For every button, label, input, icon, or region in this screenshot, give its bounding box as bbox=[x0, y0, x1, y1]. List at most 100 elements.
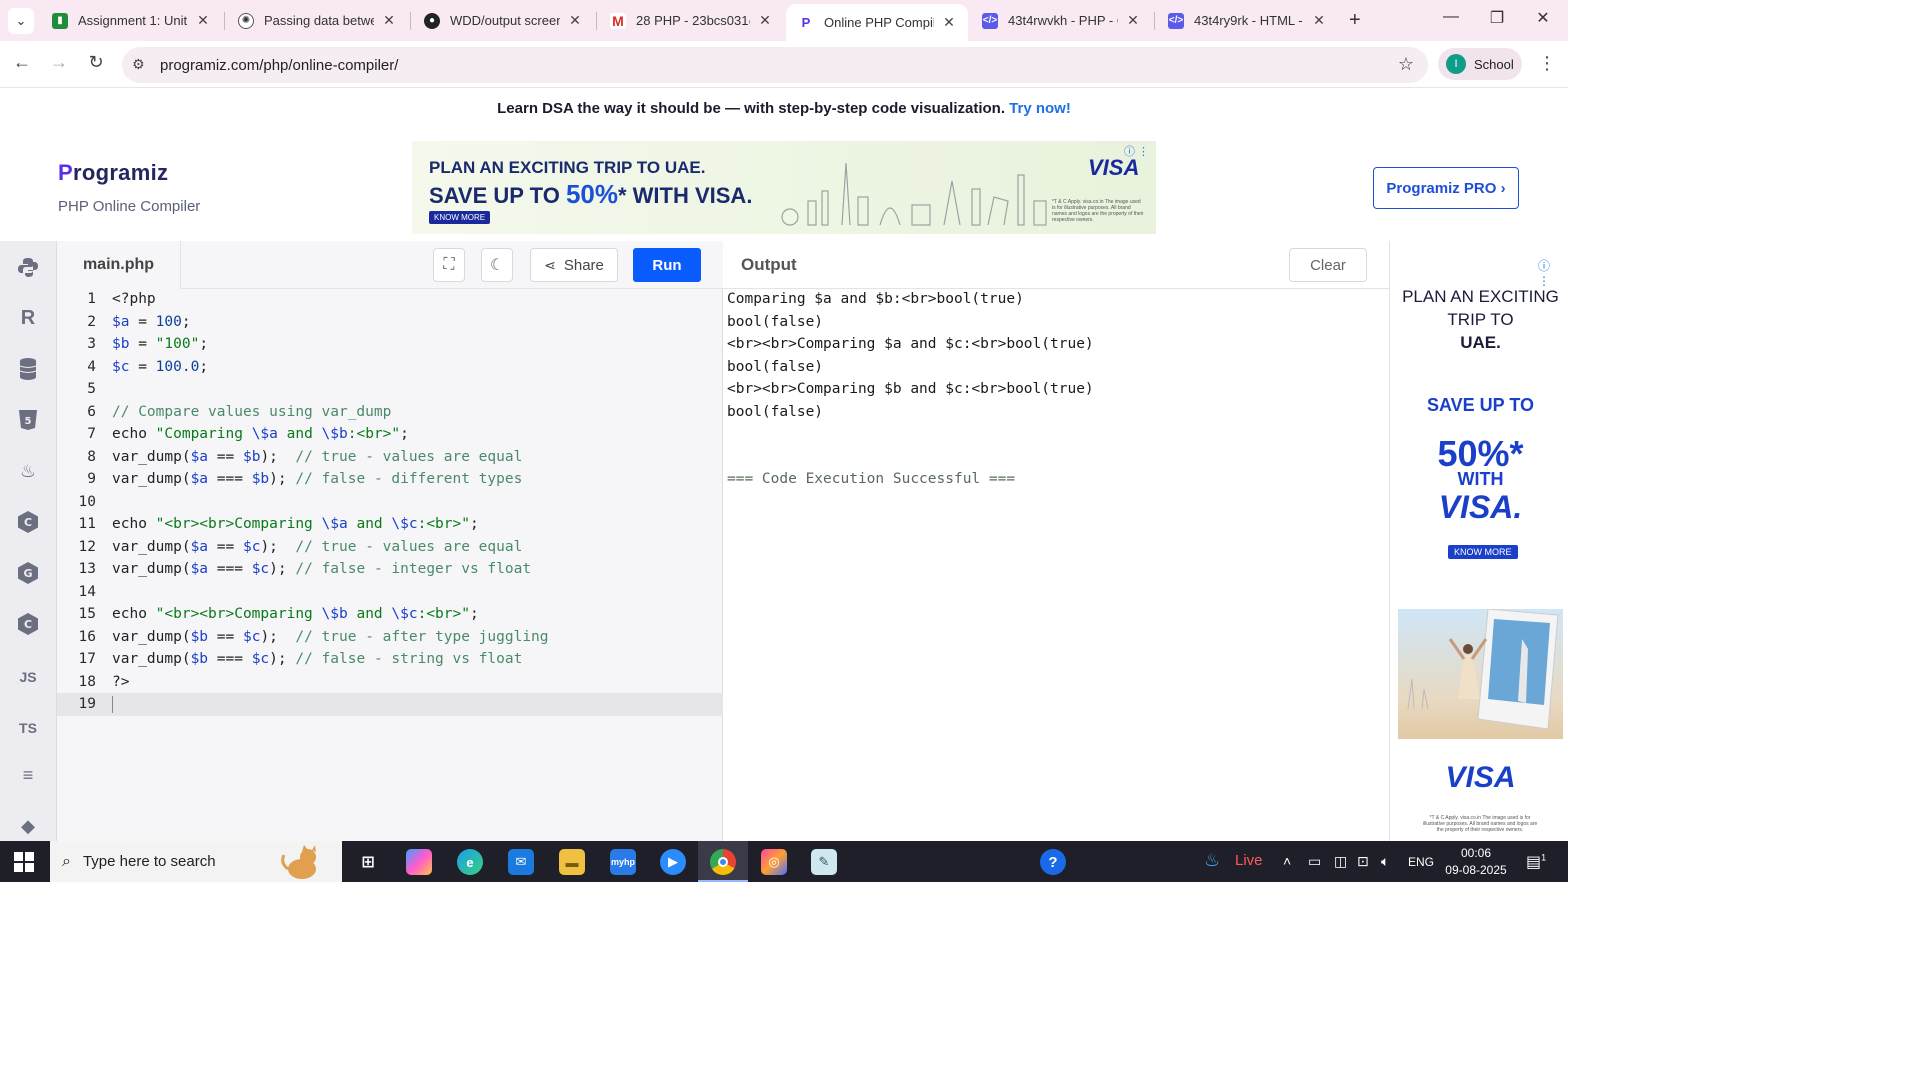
address-bar[interactable]: ⚙ programiz.com/php/online-compiler/ ☆ bbox=[122, 47, 1428, 83]
close-tab-icon[interactable]: ✕ bbox=[566, 12, 584, 29]
reload-icon[interactable]: ↻ bbox=[84, 52, 108, 73]
close-window-icon[interactable]: ✕ bbox=[1520, 8, 1566, 28]
forward-icon[interactable]: → bbox=[47, 52, 71, 73]
code-text[interactable]: var_dump($b == $c); // true - after type… bbox=[112, 629, 549, 645]
code-line[interactable]: 11 echo "<br><br>Comparing \$a and \$c:<b… bbox=[57, 513, 723, 536]
code-text[interactable]: var_dump($b === $c); // false - string v… bbox=[112, 651, 522, 667]
code-line[interactable]: 2 $a = 100; bbox=[57, 311, 723, 334]
browser-tab[interactable]: ▮ Assignment 1: Unit 1 ✕ bbox=[40, 4, 222, 37]
share-button[interactable]: ⋖ Share bbox=[530, 248, 618, 282]
new-tab-button[interactable]: + bbox=[1349, 9, 1361, 32]
browser-tab[interactable]: ✺ Passing data between ✕ bbox=[226, 4, 408, 37]
clear-button[interactable]: Clear bbox=[1289, 248, 1367, 282]
code-line[interactable]: 15 echo "<br><br>Comparing \$b and \$c:<b… bbox=[57, 603, 723, 626]
volume-icon[interactable]: 🔈︎ bbox=[1381, 853, 1389, 870]
photo-editor-icon[interactable]: ◎ bbox=[761, 849, 787, 875]
code-line[interactable]: 4 $c = 100.0; bbox=[57, 356, 723, 379]
code-line[interactable]: 19 bbox=[57, 693, 723, 716]
maximize-icon[interactable]: ❐ bbox=[1474, 8, 1520, 28]
swift-icon[interactable]: ◆ bbox=[9, 807, 47, 845]
fullscreen-icon[interactable]: ⛶ bbox=[433, 248, 465, 282]
code-line[interactable]: 16 var_dump($b == $c); // true - after ty… bbox=[57, 626, 723, 649]
myhp-icon[interactable]: myhp bbox=[610, 849, 636, 875]
browser-tab[interactable]: M 28 PHP - 23bcs031@ ✕ bbox=[598, 4, 784, 37]
code-text[interactable]: echo "<br><br>Comparing \$b and \$c:<br>… bbox=[112, 606, 479, 622]
programiz-logo[interactable]: Programiz PHP Online Compiler bbox=[58, 160, 200, 215]
live-badge[interactable]: Live bbox=[1235, 852, 1263, 869]
browser-tab[interactable]: ● WDD/output screens ✕ bbox=[412, 4, 594, 37]
tab-search-menu-button[interactable]: ⌄ bbox=[8, 8, 34, 34]
code-line[interactable]: 8 var_dump($a == $b); // true - values ar… bbox=[57, 446, 723, 469]
html5-icon[interactable]: 5 bbox=[9, 401, 47, 439]
code-line[interactable]: 6 // Compare values using var_dump bbox=[57, 401, 723, 424]
code-line[interactable]: 17 var_dump($b === $c); // false - string… bbox=[57, 648, 723, 671]
close-tab-icon[interactable]: ✕ bbox=[756, 12, 774, 29]
taskbar-search-box[interactable]: ⌕ Type here to search bbox=[50, 841, 342, 882]
close-tab-icon[interactable]: ✕ bbox=[1124, 12, 1142, 29]
minimize-icon[interactable]: — bbox=[1428, 8, 1474, 26]
zoom-icon[interactable]: ▶ bbox=[660, 849, 686, 875]
code-text[interactable]: var_dump($a === $c); // false - integer … bbox=[112, 561, 531, 577]
code-text[interactable]: ?> bbox=[112, 674, 129, 690]
java-icon[interactable]: ♨ bbox=[9, 452, 47, 490]
c-lang-icon[interactable]: C bbox=[9, 503, 47, 541]
cplusplus-icon[interactable]: G bbox=[9, 554, 47, 592]
code-text[interactable]: // Compare values using var_dump bbox=[112, 404, 391, 420]
code-line[interactable]: 5 bbox=[57, 378, 723, 401]
close-tab-icon[interactable]: ✕ bbox=[1310, 12, 1328, 29]
notification-icon[interactable]: ▤1 bbox=[1526, 852, 1546, 872]
code-area[interactable]: 1 <?php 2 $a = 100; 3 $b = "100"; 4 $c = 100.0;… bbox=[57, 288, 723, 716]
code-text[interactable]: var_dump($a === $b); // false - differen… bbox=[112, 471, 522, 487]
code-text[interactable]: var_dump($a == $c); // true - values are… bbox=[112, 539, 522, 555]
windows-start-icon[interactable] bbox=[14, 852, 34, 872]
close-tab-icon[interactable]: ✕ bbox=[380, 12, 398, 29]
mail-icon[interactable]: ✉ bbox=[508, 849, 534, 875]
typescript-icon[interactable]: TS bbox=[9, 709, 47, 747]
chrome-icon[interactable] bbox=[710, 849, 736, 875]
battery-icon[interactable]: ▭ bbox=[1308, 853, 1321, 870]
r-lang-icon[interactable]: R bbox=[9, 299, 47, 337]
sql-database-icon[interactable] bbox=[9, 350, 47, 388]
csharp-icon[interactable]: C bbox=[9, 605, 47, 643]
task-view-icon[interactable]: ⊞ bbox=[355, 849, 381, 875]
programiz-pro-button[interactable]: Programiz PRO › bbox=[1373, 167, 1519, 209]
code-text[interactable]: echo "<br><br>Comparing \$a and \$c:<br>… bbox=[112, 516, 479, 532]
bookmark-star-icon[interactable]: ☆ bbox=[1398, 54, 1414, 75]
know-more-button[interactable]: KNOW MORE bbox=[429, 211, 491, 224]
dark-mode-moon-icon[interactable]: ☾ bbox=[481, 248, 513, 282]
language-indicator[interactable]: ENG bbox=[1408, 855, 1434, 869]
code-line[interactable]: 13 var_dump($a === $c); // false - intege… bbox=[57, 558, 723, 581]
browser-tab[interactable]: </> 43t4ry9rk - HTML - C ✕ bbox=[1156, 4, 1338, 37]
file-explorer-icon[interactable]: ▬ bbox=[559, 849, 585, 875]
browser-tab-active[interactable]: P Online PHP Compiler ✕ bbox=[786, 4, 968, 41]
close-tab-icon[interactable]: ✕ bbox=[940, 14, 958, 31]
code-line[interactable]: 10 bbox=[57, 491, 723, 514]
code-text[interactable]: $a = 100; bbox=[112, 314, 191, 330]
close-tab-icon[interactable]: ✕ bbox=[194, 12, 212, 29]
python-icon[interactable] bbox=[9, 248, 47, 286]
network-icon[interactable]: ⊡ bbox=[1357, 853, 1369, 870]
chevron-up-icon[interactable]: ˄ bbox=[1283, 853, 1291, 869]
know-more-button[interactable]: KNOW MORE bbox=[1448, 545, 1518, 559]
javascript-icon[interactable]: JS bbox=[9, 658, 47, 696]
code-text[interactable]: $b = "100"; bbox=[112, 336, 208, 352]
system-clock[interactable]: 00:06 09-08-2025 bbox=[1442, 845, 1510, 879]
go-lang-icon[interactable]: ≡ bbox=[9, 756, 47, 794]
file-tab-main-php[interactable]: main.php bbox=[57, 241, 181, 289]
code-text[interactable]: <?php bbox=[112, 291, 156, 307]
url-text[interactable]: programiz.com/php/online-compiler/ bbox=[160, 57, 398, 74]
code-line[interactable]: 7 echo "Comparing \$a and \$b:<br>"; bbox=[57, 423, 723, 446]
code-text[interactable]: echo "Comparing \$a and \$b:<br>"; bbox=[112, 426, 409, 442]
meet-now-icon[interactable]: ◫ bbox=[1334, 853, 1347, 870]
copilot-icon[interactable] bbox=[406, 849, 432, 875]
banner-ad[interactable]: PLAN AN EXCITING TRIP TO UAE. SAVE UP TO… bbox=[412, 141, 1156, 234]
profile-chip[interactable]: I School bbox=[1438, 48, 1522, 80]
ad-info-icon[interactable]: ⓘ ⋮ bbox=[1124, 143, 1149, 159]
code-line[interactable]: 1 <?php bbox=[57, 288, 723, 311]
site-info-icon[interactable]: ⚙ bbox=[132, 56, 145, 73]
browser-menu-icon[interactable]: ⋮ bbox=[1538, 53, 1556, 74]
back-icon[interactable]: ← bbox=[10, 52, 34, 73]
side-ad[interactable]: ⓘ ⋮ PLAN AN EXCITING TRIP TO UAE. SAVE UP… bbox=[1389, 241, 1568, 841]
code-line[interactable]: 12 var_dump($a == $c); // true - values a… bbox=[57, 536, 723, 559]
edge-browser-icon[interactable]: e bbox=[457, 849, 483, 875]
